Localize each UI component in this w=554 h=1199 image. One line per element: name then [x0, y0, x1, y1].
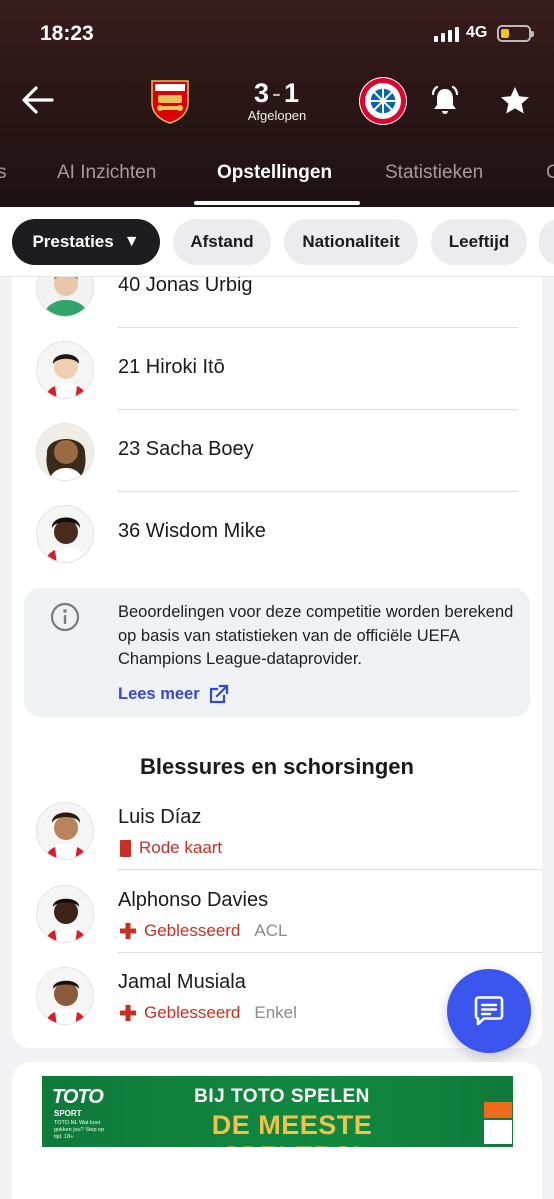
lineup-card: 40 Jonas Urbig 21 Hiroki Itō 23 Sacha Bo… [12, 259, 542, 1048]
ad-brand-sub: SPORT [54, 1109, 82, 1118]
bayern-crest-icon[interactable] [359, 77, 407, 125]
player-avatar [36, 967, 94, 1025]
battery-icon [497, 25, 534, 42]
filter-chip-nationality[interactable]: Nationaliteit [284, 219, 418, 265]
filter-chip-label: Leeftijd [448, 232, 510, 251]
ad-brand: TOTO [52, 1086, 104, 1108]
injury-reason: Rode kaart [120, 838, 222, 858]
player-name: 40 Jonas Urbig [118, 274, 253, 296]
favorite-star-icon[interactable] [498, 84, 532, 118]
player-avatar [36, 341, 94, 399]
ad-small-print: TOTO.NL Wat kost gokken jou? Stop op tij… [54, 1120, 105, 1140]
external-link-icon [209, 684, 229, 704]
ad-logo-icon [484, 1120, 512, 1144]
player-avatar [36, 423, 94, 481]
ratings-info-box: Beoordelingen voor deze competitie worde… [24, 588, 530, 717]
back-arrow-icon[interactable] [20, 82, 56, 118]
player-name: 21 Hiroki Itō [118, 356, 225, 378]
signal-icon [434, 26, 459, 42]
injury-cross-icon [120, 1005, 136, 1021]
read-more-link[interactable]: Lees meer [118, 683, 230, 705]
injury-cross-icon [120, 923, 136, 939]
filter-chip-performance[interactable]: Prestaties ▼ [12, 219, 160, 265]
injury-row[interactable]: Luis Díaz Rode kaart [12, 788, 542, 870]
injured-player-name: Alphonso Davies [118, 889, 269, 911]
score-away: 1 [284, 78, 301, 108]
ad-banner[interactable]: TOTO SPORT TOTO.NL Wat kost gokken jou? … [42, 1076, 513, 1147]
injury-row[interactable]: Alphonso Davies Geblesseerd ACL [12, 871, 542, 953]
filter-chip-label: Afstand [190, 232, 254, 251]
tab-partial-right[interactable]: C [546, 162, 554, 184]
red-card-icon [120, 839, 131, 857]
filter-chip-label: Nationaliteit [302, 232, 400, 251]
status-time: 18:23 [40, 22, 94, 45]
caret-down-icon: ▼ [123, 233, 140, 250]
injury-detail: ACL [254, 921, 288, 940]
injury-reason: Geblesseerd Enkel [120, 1003, 297, 1023]
notification-bell-icon[interactable] [428, 84, 462, 118]
chat-fab-button[interactable] [447, 969, 531, 1053]
player-avatar [36, 885, 94, 943]
read-more-label: Lees meer [118, 684, 200, 703]
injured-player-name: Luis Díaz [118, 806, 202, 828]
network-type: 4G [466, 24, 488, 41]
tab-ai-insights[interactable]: AI Inzichten [57, 162, 156, 184]
info-icon [50, 602, 80, 632]
chat-icon [474, 996, 504, 1026]
score-home: 3 [253, 78, 270, 108]
player-avatar [36, 802, 94, 860]
ad-tagline: DE MEESTE SPELERS! [211, 1110, 373, 1147]
status-bar: 18:23 4G [0, 18, 554, 52]
tab-statistics[interactable]: Statistieken [385, 162, 483, 184]
tab-partial-left[interactable]: s [0, 162, 7, 184]
player-name: 36 Wisdom Mike [118, 520, 266, 542]
filter-bar: Prestaties ▼ Afstand Nationaliteit Leeft… [0, 207, 554, 277]
player-row[interactable]: 21 Hiroki Itō [12, 328, 542, 410]
tab-lineups[interactable]: Opstellingen [217, 162, 332, 184]
injured-player-name: Jamal Musiala [118, 971, 246, 993]
filter-chip-age[interactable]: Leeftijd [431, 219, 527, 265]
ad-headline: BIJ TOTO SPELEN [194, 1086, 370, 1107]
match-header: 18:23 4G 3-1 Afgelopen s AI Inzichten Op… [0, 0, 554, 207]
filter-chip-distance[interactable]: Afstand [173, 219, 271, 265]
active-tab-indicator [194, 201, 360, 205]
ad-arrow-icon [484, 1102, 512, 1118]
injury-reason-label: Rode kaart [139, 838, 223, 857]
player-name: 23 Sacha Boey [118, 438, 254, 460]
match-score: 3-1 [253, 78, 301, 108]
match-tabs: s AI Inzichten Opstellingen Statistieken… [0, 158, 554, 207]
injury-detail: Enkel [254, 1003, 297, 1022]
injury-reason: Geblesseerd ACL [120, 921, 287, 941]
player-row[interactable]: 23 Sacha Boey [12, 410, 542, 492]
filter-chip-label: Prestaties [32, 232, 114, 251]
injury-reason-label: Geblesseerd [144, 921, 241, 940]
match-status: Afgelopen [247, 108, 307, 123]
injuries-section-title: Blessures en schorsingen [140, 754, 414, 779]
ratings-info-text: Beoordelingen voor deze competitie worde… [118, 603, 514, 668]
player-row[interactable]: 36 Wisdom Mike [12, 492, 542, 574]
player-avatar [36, 505, 94, 563]
filter-chip-partial[interactable] [539, 219, 554, 265]
arsenal-crest-icon[interactable] [146, 77, 194, 125]
injury-reason-label: Geblesseerd [144, 1003, 241, 1022]
